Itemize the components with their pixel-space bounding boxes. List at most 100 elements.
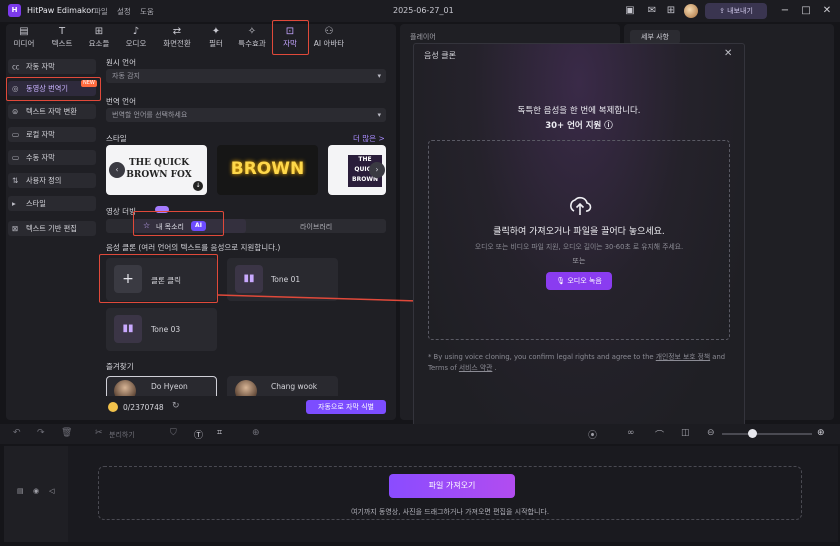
style-card-2-text: BROWN: [230, 159, 305, 179]
style-icon: ▸: [12, 199, 16, 208]
source-lang-label: 원시 언어: [106, 58, 136, 67]
import-hint: 여기까지 동영상, 사진을 드래그하거나 가져오면 편집을 시작합니다.: [350, 508, 550, 516]
document-title: 2025-06-27_01: [393, 6, 454, 15]
privacy-policy-link[interactable]: 개인정보 보호 정책: [656, 353, 710, 361]
local-icon: ▭: [12, 130, 20, 139]
pointer-arrow: [218, 294, 430, 306]
favorites-label: 즐겨찾기: [106, 362, 134, 371]
magnet-icon[interactable]: ⌒: [655, 428, 664, 441]
waveform-icon: ▮▮: [235, 265, 263, 293]
clone-heading: 음성 클론 (여러 언어의 텍스트를 음성으로 지원합니다.): [106, 243, 281, 252]
mic-icon[interactable]: ⦿: [588, 428, 597, 441]
app-name: HitPaw Edimakor: [27, 6, 95, 15]
crop-icon[interactable]: ⌗: [217, 428, 222, 438]
auto-subtitle-button[interactable]: 자동으로 자막 식별: [306, 400, 386, 414]
sidebar-item-local[interactable]: ▭ 로컬 자막: [8, 127, 96, 142]
effects-icon: ✧: [247, 26, 257, 37]
sidebar-item-auto-subtitle[interactable]: ㏄ 자동 자막: [8, 59, 96, 74]
track-icon[interactable]: ▤: [17, 487, 24, 495]
menu-settings[interactable]: 설정: [117, 6, 131, 17]
dialog-heading: 독특한 음성을 한 번에 복제합니다.: [517, 106, 641, 116]
scissors-icon[interactable]: ✂: [95, 428, 103, 438]
legal-notice: * By using voice cloning, you confirm le…: [428, 353, 726, 372]
subtitle-tab-highlight: [272, 20, 309, 55]
split-label: 분리하기: [109, 431, 135, 439]
target-lang-label: 번역 언어: [106, 97, 136, 106]
language-support: 30+ 언어 지원 ⓘ: [545, 121, 613, 131]
link-icon[interactable]: ∞: [627, 428, 635, 438]
import-files-button[interactable]: 파일 가져오기: [389, 474, 515, 498]
dialog-title: 음성 클론: [424, 51, 456, 60]
text-tool-icon[interactable]: Ⓣ: [194, 428, 203, 441]
tool-text[interactable]: T 텍스트: [44, 25, 80, 51]
tone-3-label: Tone 03: [151, 325, 181, 334]
media-icon: ▤: [19, 26, 29, 37]
maximize-icon[interactable]: □: [799, 4, 813, 18]
tool-ai-avatar[interactable]: ⚇ AI 아바타: [309, 25, 349, 51]
upload-icon: [570, 196, 592, 215]
sidebar-item-text-edit[interactable]: ⊠ 텍스트 기반 편집: [8, 221, 96, 236]
zoom-slider-handle[interactable]: [748, 429, 757, 438]
eye-icon[interactable]: ◉: [33, 487, 39, 495]
tool-effects[interactable]: ✧ 특수효과: [233, 25, 271, 51]
sidebar-item-manual[interactable]: ▭ 수동 자막: [8, 150, 96, 165]
text-icon: T: [58, 26, 66, 37]
user-avatar[interactable]: [684, 4, 698, 18]
target-lang-select[interactable]: 번역할 언어를 선택하세요 ▾: [106, 108, 386, 122]
minimize-icon[interactable]: −: [778, 4, 792, 18]
redo-icon[interactable]: ↷: [37, 428, 45, 438]
monitor-icon[interactable]: ▣: [624, 5, 636, 17]
menu-help[interactable]: 도움: [140, 6, 154, 17]
favorite-2-name: Chang wook: [271, 382, 318, 391]
sidebar-item-custom[interactable]: ⇅ 사용자 정의: [8, 173, 96, 188]
terms-link[interactable]: 서비스 약관: [459, 364, 492, 372]
delete-icon[interactable]: 🗑: [61, 428, 72, 438]
more-styles-link[interactable]: 더 많은 >: [353, 133, 385, 144]
source-lang-select[interactable]: 자동 감지 ▾: [106, 69, 386, 83]
dubbing-label: 영상 더빙: [106, 207, 136, 216]
download-icon: ↓: [193, 181, 203, 191]
dropzone-subtitle: 오디오 또는 비디오 파일 지원, 오디오 길이는 30-60초 로 유지해 주…: [474, 243, 684, 251]
feedback-icon[interactable]: ✉: [646, 5, 658, 17]
refresh-icon[interactable]: ↻: [172, 401, 180, 411]
my-voice-highlight: [133, 211, 224, 236]
sidebar-item-text-convert[interactable]: ⊜ 텍스트 자막 변환: [8, 104, 96, 119]
speaker-icon[interactable]: ◁: [49, 487, 54, 495]
split-view-icon[interactable]: ◫: [681, 428, 690, 438]
chevron-down-icon: ▾: [377, 111, 381, 119]
tool-filter[interactable]: ✦ 필터: [198, 25, 234, 51]
style-prev-button[interactable]: ‹: [109, 162, 125, 178]
menu-file[interactable]: 파일: [94, 6, 108, 17]
text-convert-icon: ⊜: [12, 107, 19, 116]
upload-dropzone[interactable]: [428, 140, 730, 340]
tool-audio[interactable]: ♪ 오디오: [118, 25, 154, 51]
ai-avatar-icon: ⚇: [324, 26, 334, 37]
zoom-in-icon[interactable]: ⊕: [817, 428, 825, 438]
gift-icon[interactable]: ⊞: [665, 5, 677, 17]
close-icon[interactable]: ✕: [724, 48, 732, 59]
zoom-slider[interactable]: [722, 433, 812, 435]
waveform-icon: ▮▮: [114, 315, 142, 343]
undo-icon[interactable]: ↶: [13, 428, 21, 438]
close-window-icon[interactable]: ✕: [820, 4, 834, 18]
zoom-out-icon[interactable]: ⊖: [707, 428, 715, 438]
shield-icon[interactable]: ⛉: [170, 428, 177, 438]
tone-1-label: Tone 01: [271, 275, 301, 284]
tool-elements[interactable]: ⊞ 요소들: [81, 25, 117, 51]
add-track-icon[interactable]: ⊕: [252, 428, 260, 438]
chevron-down-icon: ▾: [377, 72, 381, 80]
style-next-button[interactable]: ›: [369, 162, 385, 178]
manual-icon: ▭: [12, 153, 20, 162]
clone-click-highlight: [99, 254, 218, 303]
tool-transition[interactable]: ⇄ 화면전환: [156, 25, 198, 51]
microphone-icon: 🎙: [556, 277, 566, 285]
player-label: 플레이어: [410, 33, 436, 41]
tab-details[interactable]: 세부 사항: [630, 30, 680, 44]
style-card-2[interactable]: BROWN: [217, 145, 318, 195]
seg-library[interactable]: 라이브러리: [300, 222, 332, 232]
record-audio-button[interactable]: 🎙 오디오 녹음: [546, 272, 612, 290]
sidebar-item-style[interactable]: ▸ 스타일: [8, 196, 96, 211]
style-label: 스타일: [106, 134, 127, 143]
export-button[interactable]: ⇪ 내보내기: [705, 3, 767, 19]
tool-media[interactable]: ▤ 미디어: [6, 25, 42, 51]
